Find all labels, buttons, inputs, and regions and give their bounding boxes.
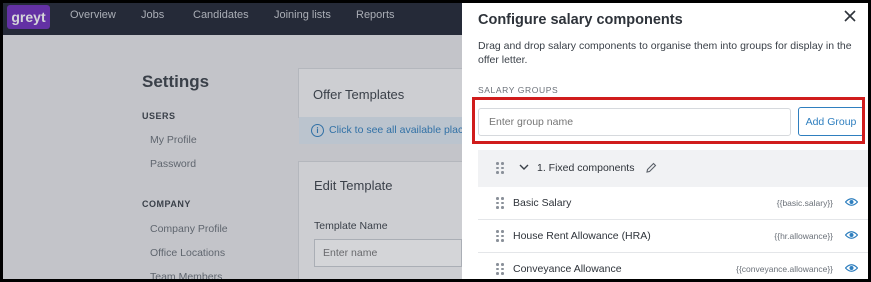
component-label: Basic Salary [513,197,572,209]
salary-group-title: 1. Fixed components [537,162,635,174]
salary-component-row[interactable]: Conveyance Allowance {{conveyance.allowa… [478,253,868,279]
component-label: House Rent Allowance (HRA) [513,230,651,242]
drag-handle-icon[interactable] [496,230,504,242]
drag-handle-icon[interactable] [496,162,504,174]
component-variable: {{hr.allowance}} [774,231,833,241]
drag-handle-icon[interactable] [496,197,504,209]
highlight-box [472,97,865,144]
salary-component-row[interactable]: Basic Salary {{basic.salary}} [478,187,868,220]
salary-component-row[interactable]: House Rent Allowance (HRA) {{hr.allowanc… [478,220,868,253]
app-frame: greyt Overview Jobs Candidates Joining l… [3,3,868,279]
salary-group-header[interactable]: 1. Fixed components [478,150,868,187]
pencil-icon[interactable] [645,162,657,174]
salary-groups-label: SALARY GROUPS [478,85,559,95]
component-variable: {{basic.salary}} [776,198,833,208]
eye-icon[interactable] [845,230,858,240]
close-icon[interactable] [843,9,857,23]
modal-backdrop[interactable] [3,3,462,279]
drag-handle-icon[interactable] [496,263,504,275]
eye-icon[interactable] [845,197,858,207]
drawer-title: Configure salary components [478,12,683,28]
component-label: Conveyance Allowance [513,263,622,275]
chevron-down-icon[interactable] [519,163,529,171]
eye-icon[interactable] [845,263,858,273]
component-variable: {{conveyance.allowance}} [736,264,833,274]
configure-salary-drawer: Configure salary components Drag and dro… [462,3,868,279]
drawer-description: Drag and drop salary components to organ… [478,40,852,66]
